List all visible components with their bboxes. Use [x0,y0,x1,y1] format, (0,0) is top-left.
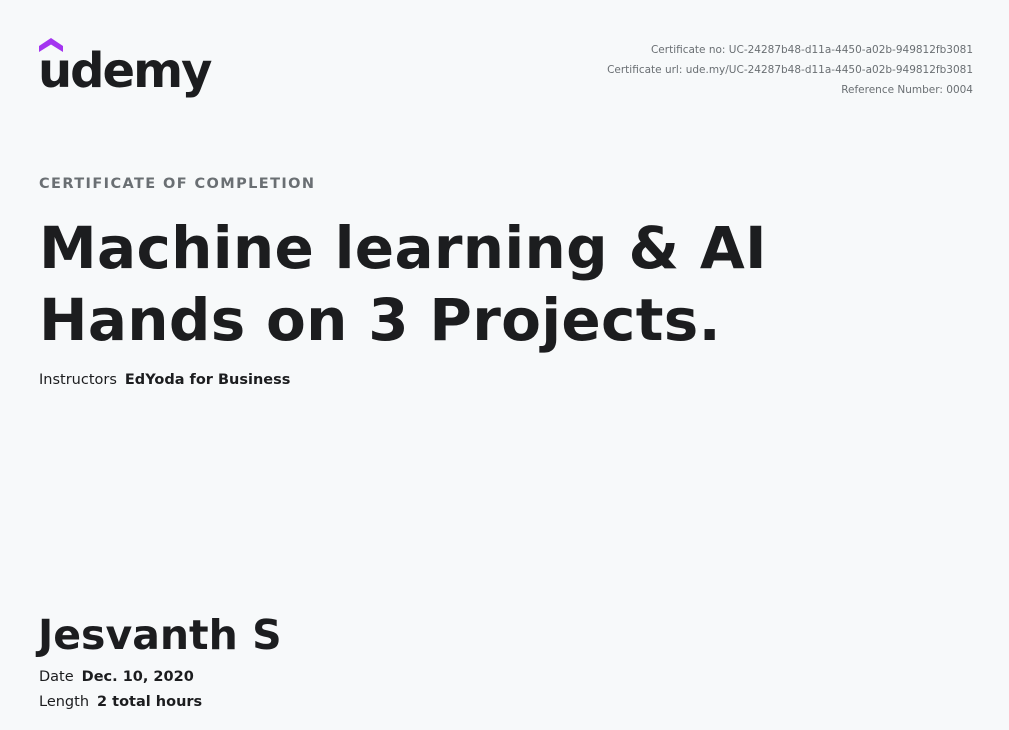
recipient-name: Jesvanth S [38,611,282,659]
certificate-url: Certificate url: ude.my/UC-24287b48-d11a… [607,64,973,76]
instructors-value: EdYoda for Business [124,372,291,388]
date-row: Date Dec. 10, 2020 [39,669,194,685]
reference-number: Reference Number: 0004 [841,84,973,96]
length-label: Length [39,694,90,710]
certificate-number: Certificate no: UC-24287b48-d11a-4450-a0… [650,44,973,56]
instructors-row: Instructors EdYoda for Business [39,372,290,388]
date-value: Dec. 10, 2020 [81,669,194,685]
length-value: 2 total hours [97,694,203,710]
course-title-line-2: Hands on 3 Projects. [39,286,721,354]
udemy-logo-wordmark: udemy [38,43,212,99]
certificate-meta: Certificate no: UC-24287b48-d11a-4450-a0… [607,40,973,100]
udemy-logo: udemy [38,36,213,106]
date-label: Date [39,669,74,685]
instructors-label: Instructors [39,372,117,388]
course-title-line-1: Machine learning & AI [39,214,767,282]
certificate-heading: CERTIFICATE OF COMPLETION [39,176,316,192]
course-title: Machine learning & AI Hands on 3 Project… [39,212,939,356]
udemy-logo-graphic: udemy [38,38,213,99]
length-row: Length 2 total hours [39,694,202,710]
